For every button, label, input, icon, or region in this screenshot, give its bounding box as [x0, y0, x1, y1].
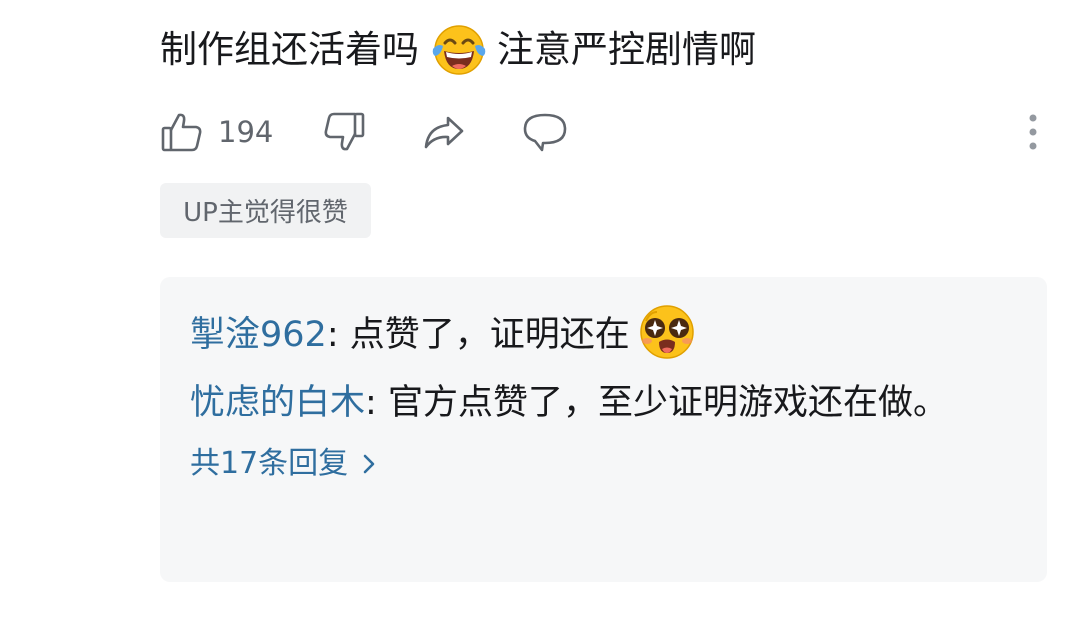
- more-vertical-icon: [1028, 114, 1038, 150]
- chevron-right-icon: [348, 452, 376, 476]
- share-button[interactable]: [422, 108, 466, 156]
- up-liked-badge: UP主觉得很赞: [160, 183, 371, 238]
- view-all-replies-link[interactable]: 共17条回复: [190, 439, 376, 489]
- comment-actions: 194: [160, 108, 1040, 156]
- share-icon: [422, 110, 466, 154]
- reply-item: 忧虑的白木: 官方点赞了，至少证明游戏还在做。: [190, 369, 970, 437]
- reply-button[interactable]: [522, 108, 568, 156]
- dislike-button[interactable]: [322, 108, 366, 156]
- starry-eyed-emoji-icon: [638, 303, 696, 361]
- comment-text-after: 注意严控剧情啊: [497, 28, 756, 71]
- comment-text: 制作组还活着吗 注意严控剧情啊: [160, 22, 756, 78]
- reply-preview-box[interactable]: 掣淦962: 点赞了，证明还在 忧虑的白木: 官方点赞了，至少证明游戏还在做。 …: [160, 277, 1047, 582]
- reply-username[interactable]: 掣淦962: [190, 315, 327, 355]
- reply-separator: :: [326, 315, 350, 355]
- reply-separator: :: [365, 383, 388, 423]
- reply-username[interactable]: 忧虑的白木: [190, 383, 365, 423]
- thumbs-down-icon: [322, 110, 366, 154]
- like-count: 194: [218, 115, 274, 149]
- like-button[interactable]: 194: [160, 108, 273, 156]
- thumbs-up-icon: [160, 110, 204, 154]
- reply-count-label: 共17条回复: [190, 446, 349, 481]
- comment-text-before: 制作组还活着吗: [160, 28, 419, 71]
- reply-item: 掣淦962: 点赞了，证明还在: [190, 301, 1017, 369]
- reply-text: 点赞了，证明还在: [349, 315, 630, 355]
- more-options-button[interactable]: [1026, 108, 1040, 156]
- reply-text: 官方点赞了，至少证明游戏还在做。: [387, 383, 948, 423]
- comment-bubble-icon: [522, 110, 568, 154]
- laughing-tears-emoji-icon: [431, 22, 487, 78]
